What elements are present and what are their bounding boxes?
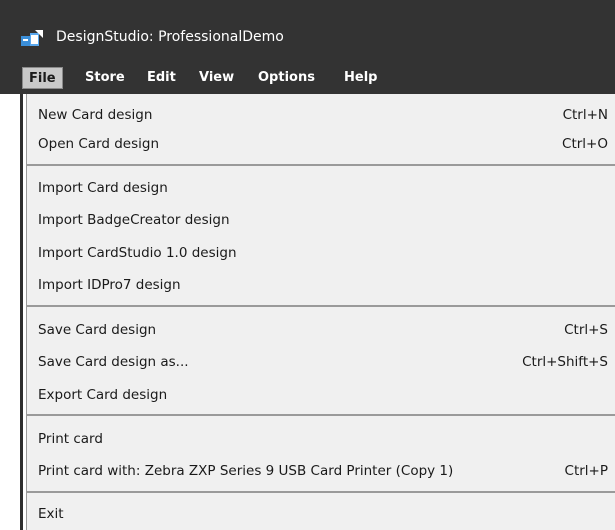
file-menu-dropdown: New Card design Ctrl+N Open Card design … — [26, 94, 615, 530]
menu-item-print-card[interactable]: Print card — [27, 425, 615, 453]
menu-item-label: New Card design — [38, 107, 153, 123]
menu-item-save-card-design[interactable]: Save Card design Ctrl+S — [27, 316, 615, 344]
menu-item-shortcut: Ctrl+N — [562, 107, 608, 123]
menu-item-label: Open Card design — [38, 136, 160, 152]
menu-item-label: Save Card design — [38, 322, 157, 338]
menu-item-exit[interactable]: Exit — [27, 500, 615, 528]
menu-edit[interactable]: Edit — [141, 67, 182, 89]
menu-item-print-card-with-printer[interactable]: Print card with: Zebra ZXP Series 9 USB … — [27, 457, 615, 485]
background-panel — [0, 94, 28, 530]
panel-border — [20, 94, 23, 530]
menu-item-label: Exit — [38, 506, 64, 522]
menu-store[interactable]: Store — [79, 67, 131, 89]
menu-item-export-card-design[interactable]: Export Card design — [27, 381, 615, 409]
menu-item-shortcut: Ctrl+P — [564, 463, 608, 479]
menu-item-label: Import Card design — [38, 180, 168, 196]
window-title: DesignStudio: ProfessionalDemo — [56, 29, 284, 45]
menu-item-label: Import CardStudio 1.0 design — [38, 245, 237, 261]
menu-item-import-idpro7-design[interactable]: Import IDPro7 design — [27, 271, 615, 299]
menu-item-save-card-design-as[interactable]: Save Card design as... Ctrl+Shift+S — [27, 348, 615, 376]
menu-item-label: Import IDPro7 design — [38, 277, 181, 293]
menu-separator — [27, 305, 615, 307]
menu-item-shortcut: Ctrl+S — [564, 322, 608, 338]
menu-item-new-card-design[interactable]: New Card design Ctrl+N — [27, 101, 615, 129]
menu-item-label: Save Card design as... — [38, 354, 189, 370]
menu-separator — [27, 414, 615, 416]
menu-item-import-cardstudio-design[interactable]: Import CardStudio 1.0 design — [27, 239, 615, 267]
menu-bar: File Store Edit View Options Help — [0, 62, 615, 94]
menu-item-label: Export Card design — [38, 387, 168, 403]
menu-item-label: Print card with: Zebra ZXP Series 9 USB … — [38, 463, 454, 479]
menu-separator — [27, 164, 615, 166]
menu-item-label: Print card — [38, 431, 103, 447]
menu-item-label: Import BadgeCreator design — [38, 212, 230, 228]
menu-item-import-card-design[interactable]: Import Card design — [27, 174, 615, 202]
menu-item-import-badgecreator-design[interactable]: Import BadgeCreator design — [27, 206, 615, 234]
menu-item-shortcut: Ctrl+Shift+S — [522, 354, 608, 370]
menu-view[interactable]: View — [193, 67, 240, 89]
menu-item-open-card-design[interactable]: Open Card design Ctrl+O — [27, 130, 615, 158]
menu-help[interactable]: Help — [338, 67, 383, 89]
menu-options[interactable]: Options — [252, 67, 321, 89]
menu-file[interactable]: File — [22, 67, 63, 89]
menu-separator — [27, 491, 615, 493]
menu-item-shortcut: Ctrl+O — [562, 136, 608, 152]
title-bar: DesignStudio: ProfessionalDemo — [0, 0, 615, 62]
designstudio-app-icon — [21, 30, 43, 46]
